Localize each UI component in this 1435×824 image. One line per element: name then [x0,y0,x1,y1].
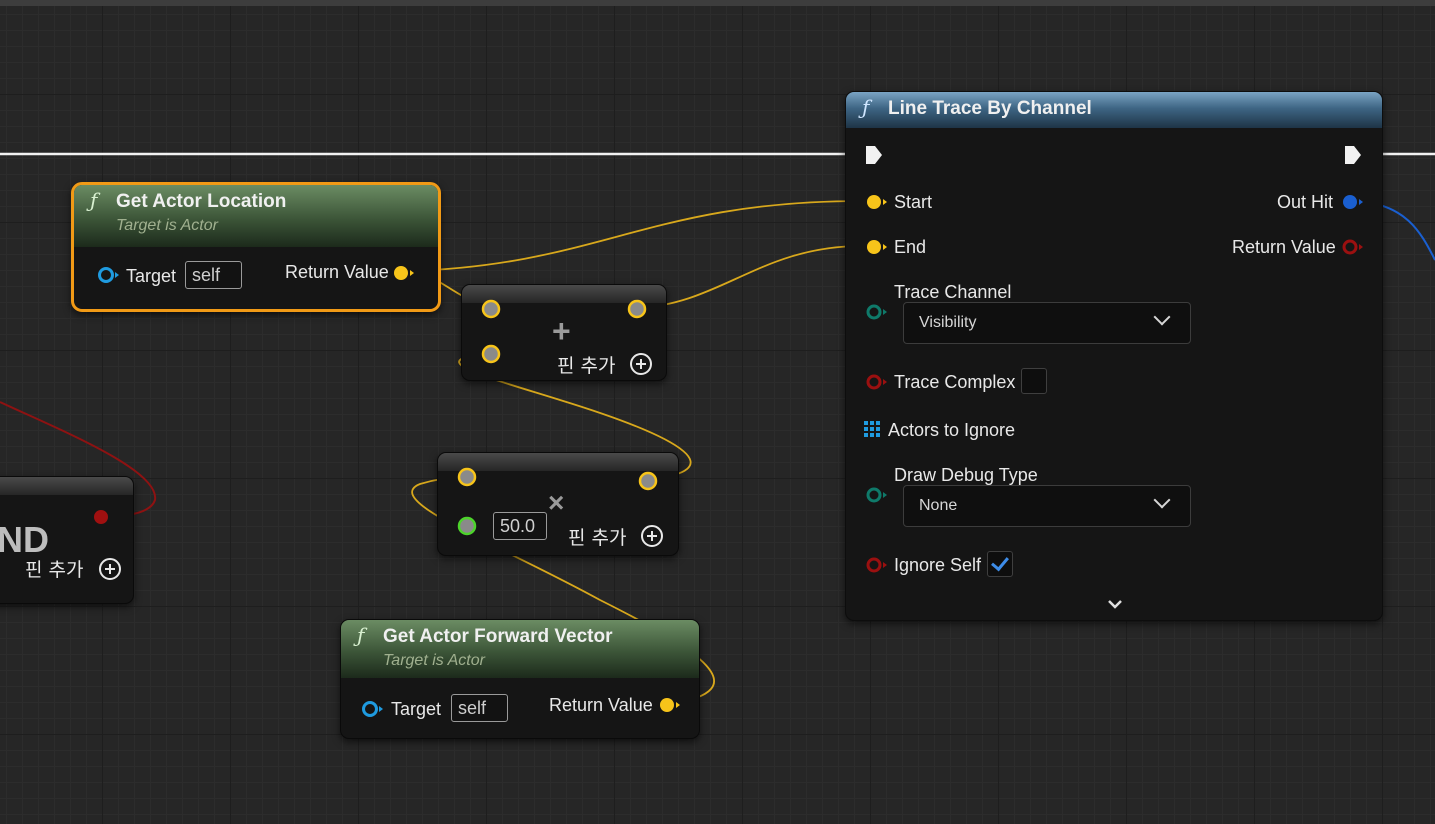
add-pin-icon[interactable] [99,558,121,580]
checkmark-icon [991,552,1009,572]
multiply-float-pin[interactable] [456,515,478,537]
ignore-self-label: Ignore Self [894,555,982,575]
draw-debug-type-label: Draw Debug Type [894,465,1038,485]
add-input-a-pin[interactable] [480,298,502,320]
draw-debug-type-value: None [919,497,958,514]
node-subtitle: Target is Actor [116,217,218,234]
end-vector-pin[interactable] [864,237,888,257]
actors-to-ignore-label: Actors to Ignore [888,420,1016,440]
add-input-b-pin[interactable] [480,343,502,365]
line-trace-by-channel-node[interactable]: ƒ Line Trace By Channel Start Out Hit En… [845,91,1383,621]
trace-channel-dropdown[interactable]: Visibility [903,302,1191,344]
trace-complex-bool-pin[interactable] [864,372,888,392]
add-pin-label[interactable]: 핀 추가 [568,523,626,550]
trace-complex-checkbox[interactable] [1021,368,1047,394]
trace-channel-label: Trace Channel [894,282,1012,302]
and-node-header [0,477,133,495]
return-value-label: Return Value [285,262,389,282]
start-label: Start [894,192,933,212]
multiply-node[interactable]: 50.0 × 핀 추가 [437,452,679,556]
return-value-label: Return Value [549,695,653,715]
exec-input-pin[interactable] [864,144,884,166]
target-label: Target [391,699,442,719]
add-pin-label[interactable]: 핀 추가 [25,555,83,582]
get-actor-forward-vector-node[interactable]: ƒ Get Actor Forward Vector Target is Act… [340,619,700,739]
function-icon: ƒ [357,623,365,647]
bool-output-pin[interactable] [91,507,111,527]
multiply-input-a-pin[interactable] [456,466,478,488]
exec-output-pin[interactable] [1343,144,1363,166]
add-operator-icon: + [552,313,571,349]
out-hit-label: Out Hit [1277,192,1334,212]
node-header: ƒ Line Trace By Channel [846,92,1382,128]
node-title: Get Actor Location [116,191,287,212]
multiply-output-pin[interactable] [637,470,659,492]
wire-add-to-end [635,245,863,309]
return-vector-pin[interactable] [657,695,681,715]
end-label: End [894,237,927,257]
target-label: Target [126,266,177,286]
add-output-pin[interactable] [626,298,648,320]
array-grid-icon[interactable] [864,421,882,439]
target-value-field[interactable]: self [451,694,508,722]
return-bool-pin[interactable] [1340,237,1364,257]
add-pin-icon[interactable] [630,353,652,375]
out-hit-struct-pin[interactable] [1340,192,1364,212]
node-title: Line Trace By Channel [888,98,1092,119]
function-icon: ƒ [862,95,870,119]
graph-top-border [0,0,1435,6]
ignore-self-bool-pin[interactable] [864,555,888,575]
add-node[interactable]: + 핀 추가 [461,284,667,381]
ignore-self-checkbox[interactable] [987,551,1013,577]
return-value-label: Return Value [1232,237,1336,257]
chevron-down-icon [1153,491,1171,509]
trace-channel-byte-pin[interactable] [864,302,888,322]
draw-debug-type-dropdown[interactable]: None [903,485,1191,527]
get-actor-location-node[interactable]: ƒ Get Actor Location Target is Actor Tar… [71,182,441,312]
start-vector-pin[interactable] [864,192,888,212]
node-header: ƒ Get Actor Forward Vector Target is Act… [341,620,699,678]
draw-debug-type-byte-pin[interactable] [864,485,888,505]
function-icon: ƒ [90,188,98,212]
expand-chevron-icon[interactable] [1107,599,1123,611]
trace-complex-label: Trace Complex [894,372,1016,392]
target-object-pin[interactable] [360,699,384,719]
wire-location-to-start [409,200,863,272]
multiply-operator-icon: × [548,487,565,518]
target-value-field[interactable]: self [185,261,242,289]
add-pin-icon[interactable] [641,525,663,547]
node-header: ƒ Get Actor Location Target is Actor [74,185,438,247]
return-vector-pin[interactable] [391,263,415,283]
float-value-field[interactable]: 50.0 [493,512,547,540]
add-pin-label[interactable]: 핀 추가 [557,351,615,378]
chevron-down-icon [1153,308,1171,326]
node-title: Get Actor Forward Vector [383,626,613,647]
and-node[interactable]: ND 핀 추가 [0,476,134,604]
trace-channel-value: Visibility [919,314,977,331]
node-subtitle: Target is Actor [383,652,485,669]
target-object-pin[interactable] [96,265,120,285]
